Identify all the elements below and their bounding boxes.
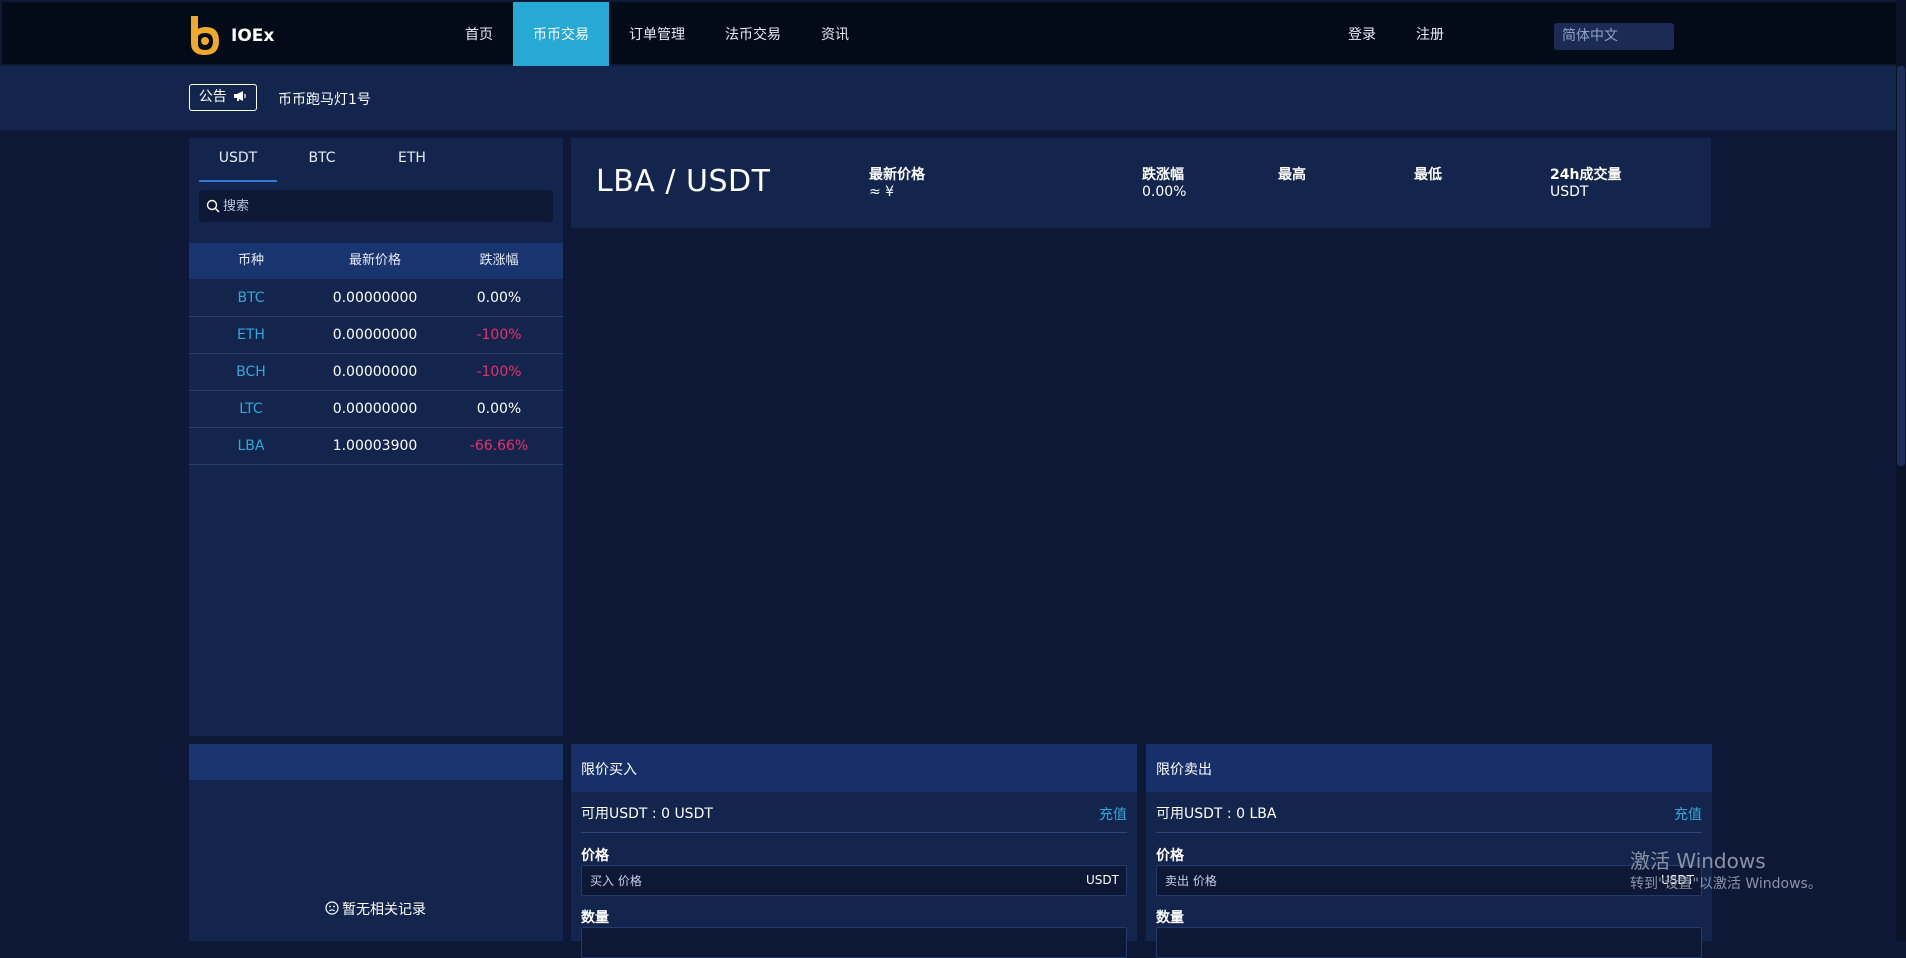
tab-btc[interactable]: BTC xyxy=(289,146,355,182)
market-row-ltc[interactable]: LTC 0.00000000 0.00% xyxy=(189,391,563,428)
volume-value: USDT xyxy=(1550,184,1589,200)
row-price: 1.00003900 xyxy=(332,438,418,454)
announcement-badge[interactable]: 公告 xyxy=(189,84,257,111)
records-header xyxy=(189,744,563,780)
row-change: 0.00% xyxy=(476,290,522,306)
row-price: 0.00000000 xyxy=(332,401,418,417)
market-panel: USDT BTC ETH 币种 最新价格 跌涨幅 BTC 0.00000000 … xyxy=(189,138,563,736)
buy-divider xyxy=(581,832,1127,833)
limit-buy-title: 限价买入 xyxy=(581,762,637,778)
sell-divider xyxy=(1156,832,1702,833)
nav-orders[interactable]: 订单管理 xyxy=(622,2,692,68)
market-search xyxy=(199,190,553,222)
search-input[interactable] xyxy=(221,190,541,222)
row-coin: LBA xyxy=(237,438,265,454)
row-change: -66.66% xyxy=(469,438,529,454)
buy-price-label: 价格 xyxy=(581,848,609,864)
sell-recharge-link[interactable]: 充值 xyxy=(1674,804,1702,824)
volume-label: 24h成交量 xyxy=(1550,167,1622,183)
col-change: 跌涨幅 xyxy=(479,253,519,268)
sell-available-balance: 可用USDT : 0 LBA xyxy=(1156,806,1277,822)
row-change: -100% xyxy=(476,327,522,343)
top-navbar: IOEx 首页 币币交易 订单管理 法币交易 资讯 登录 注册 简体中文 xyxy=(0,0,1906,68)
row-coin: BTC xyxy=(237,290,265,306)
sad-face-icon xyxy=(325,901,339,915)
row-price: 0.00000000 xyxy=(332,327,418,343)
ticker-header: LBA / USDT 最新价格 ≈ ¥ 跌涨幅 0.00% 最高 最低 24h成… xyxy=(571,138,1711,228)
sell-price-input[interactable] xyxy=(1163,866,1613,895)
row-price: 0.00000000 xyxy=(332,364,418,380)
windows-activation-subtitle: 转到"设置"以激活 Windows。 xyxy=(1630,876,1822,892)
windows-activation-title: 激活 Windows xyxy=(1630,849,1766,873)
change-label: 跌涨幅 xyxy=(1142,167,1184,183)
nav-spot-trading[interactable]: 币币交易 xyxy=(513,2,609,68)
limit-buy-header: 限价买入 xyxy=(571,744,1137,792)
nav-home[interactable]: 首页 xyxy=(451,2,507,68)
tab-eth[interactable]: ETH xyxy=(379,146,445,182)
buy-recharge-link[interactable]: 充值 xyxy=(1099,804,1127,824)
latest-price-label: 最新价格 xyxy=(869,167,925,183)
brand-name[interactable]: IOEx xyxy=(231,26,274,46)
tab-usdt[interactable]: USDT xyxy=(199,146,277,182)
market-row-bch[interactable]: BCH 0.00000000 -100% xyxy=(189,354,563,391)
row-change: -100% xyxy=(476,364,522,380)
records-panel: 暂无相关记录 xyxy=(189,744,563,941)
col-latest-price: 最新价格 xyxy=(348,253,401,268)
buy-price-input[interactable] xyxy=(588,866,1038,895)
row-coin: ETH xyxy=(237,327,265,343)
market-row-lba[interactable]: LBA 1.00003900 -66.66% xyxy=(189,428,563,465)
limit-buy-panel: 限价买入 可用USDT : 0 USDT 充值 价格 USDT 数量 xyxy=(571,744,1137,958)
nav-fiat-trading[interactable]: 法币交易 xyxy=(718,2,788,68)
row-coin: LTC xyxy=(239,401,263,417)
row-price: 0.00000000 xyxy=(332,290,418,306)
announcement-badge-label: 公告 xyxy=(198,89,227,105)
sell-quantity-label: 数量 xyxy=(1156,910,1184,926)
megaphone-icon xyxy=(234,91,247,101)
market-row-eth[interactable]: ETH 0.00000000 -100% xyxy=(189,317,563,354)
register-link[interactable]: 注册 xyxy=(1410,2,1450,68)
row-change: 0.00% xyxy=(476,401,522,417)
sell-price-field: USDT xyxy=(1156,865,1702,896)
limit-sell-title: 限价卖出 xyxy=(1156,762,1212,778)
trading-pair: LBA / USDT xyxy=(596,164,771,199)
empty-records-text: 暂无相关记录 xyxy=(342,902,426,918)
sell-price-label: 价格 xyxy=(1156,848,1184,864)
market-table-header: 币种 最新价格 跌涨幅 xyxy=(189,243,563,279)
announcement-marquee[interactable]: 币币跑马灯1号 xyxy=(278,89,371,109)
row-coin: BCH xyxy=(236,364,266,380)
col-coin: 币种 xyxy=(237,253,264,268)
buy-available-balance: 可用USDT : 0 USDT xyxy=(581,806,713,822)
nav-news[interactable]: 资讯 xyxy=(814,2,856,68)
search-icon xyxy=(206,199,220,213)
market-row-btc[interactable]: BTC 0.00000000 0.00% xyxy=(189,280,563,317)
ioex-logo-icon[interactable] xyxy=(188,14,222,56)
language-select[interactable]: 简体中文 xyxy=(1554,23,1674,50)
page-scrollbar-thumb[interactable] xyxy=(1897,66,1905,466)
limit-sell-header: 限价卖出 xyxy=(1146,744,1712,792)
low-label: 最低 xyxy=(1414,167,1442,183)
latest-price-value: ≈ ¥ xyxy=(869,184,895,200)
buy-quantity-field[interactable] xyxy=(581,927,1127,958)
high-label: 最高 xyxy=(1278,167,1306,183)
sell-quantity-field[interactable] xyxy=(1156,927,1702,958)
limit-sell-panel: 限价卖出 可用USDT : 0 LBA 充值 价格 USDT 数量 xyxy=(1146,744,1712,958)
buy-price-unit: USDT xyxy=(1086,873,1119,887)
login-link[interactable]: 登录 xyxy=(1342,2,1382,68)
buy-quantity-label: 数量 xyxy=(581,910,609,926)
buy-price-field: USDT xyxy=(581,865,1127,896)
change-value: 0.00% xyxy=(1142,184,1187,200)
